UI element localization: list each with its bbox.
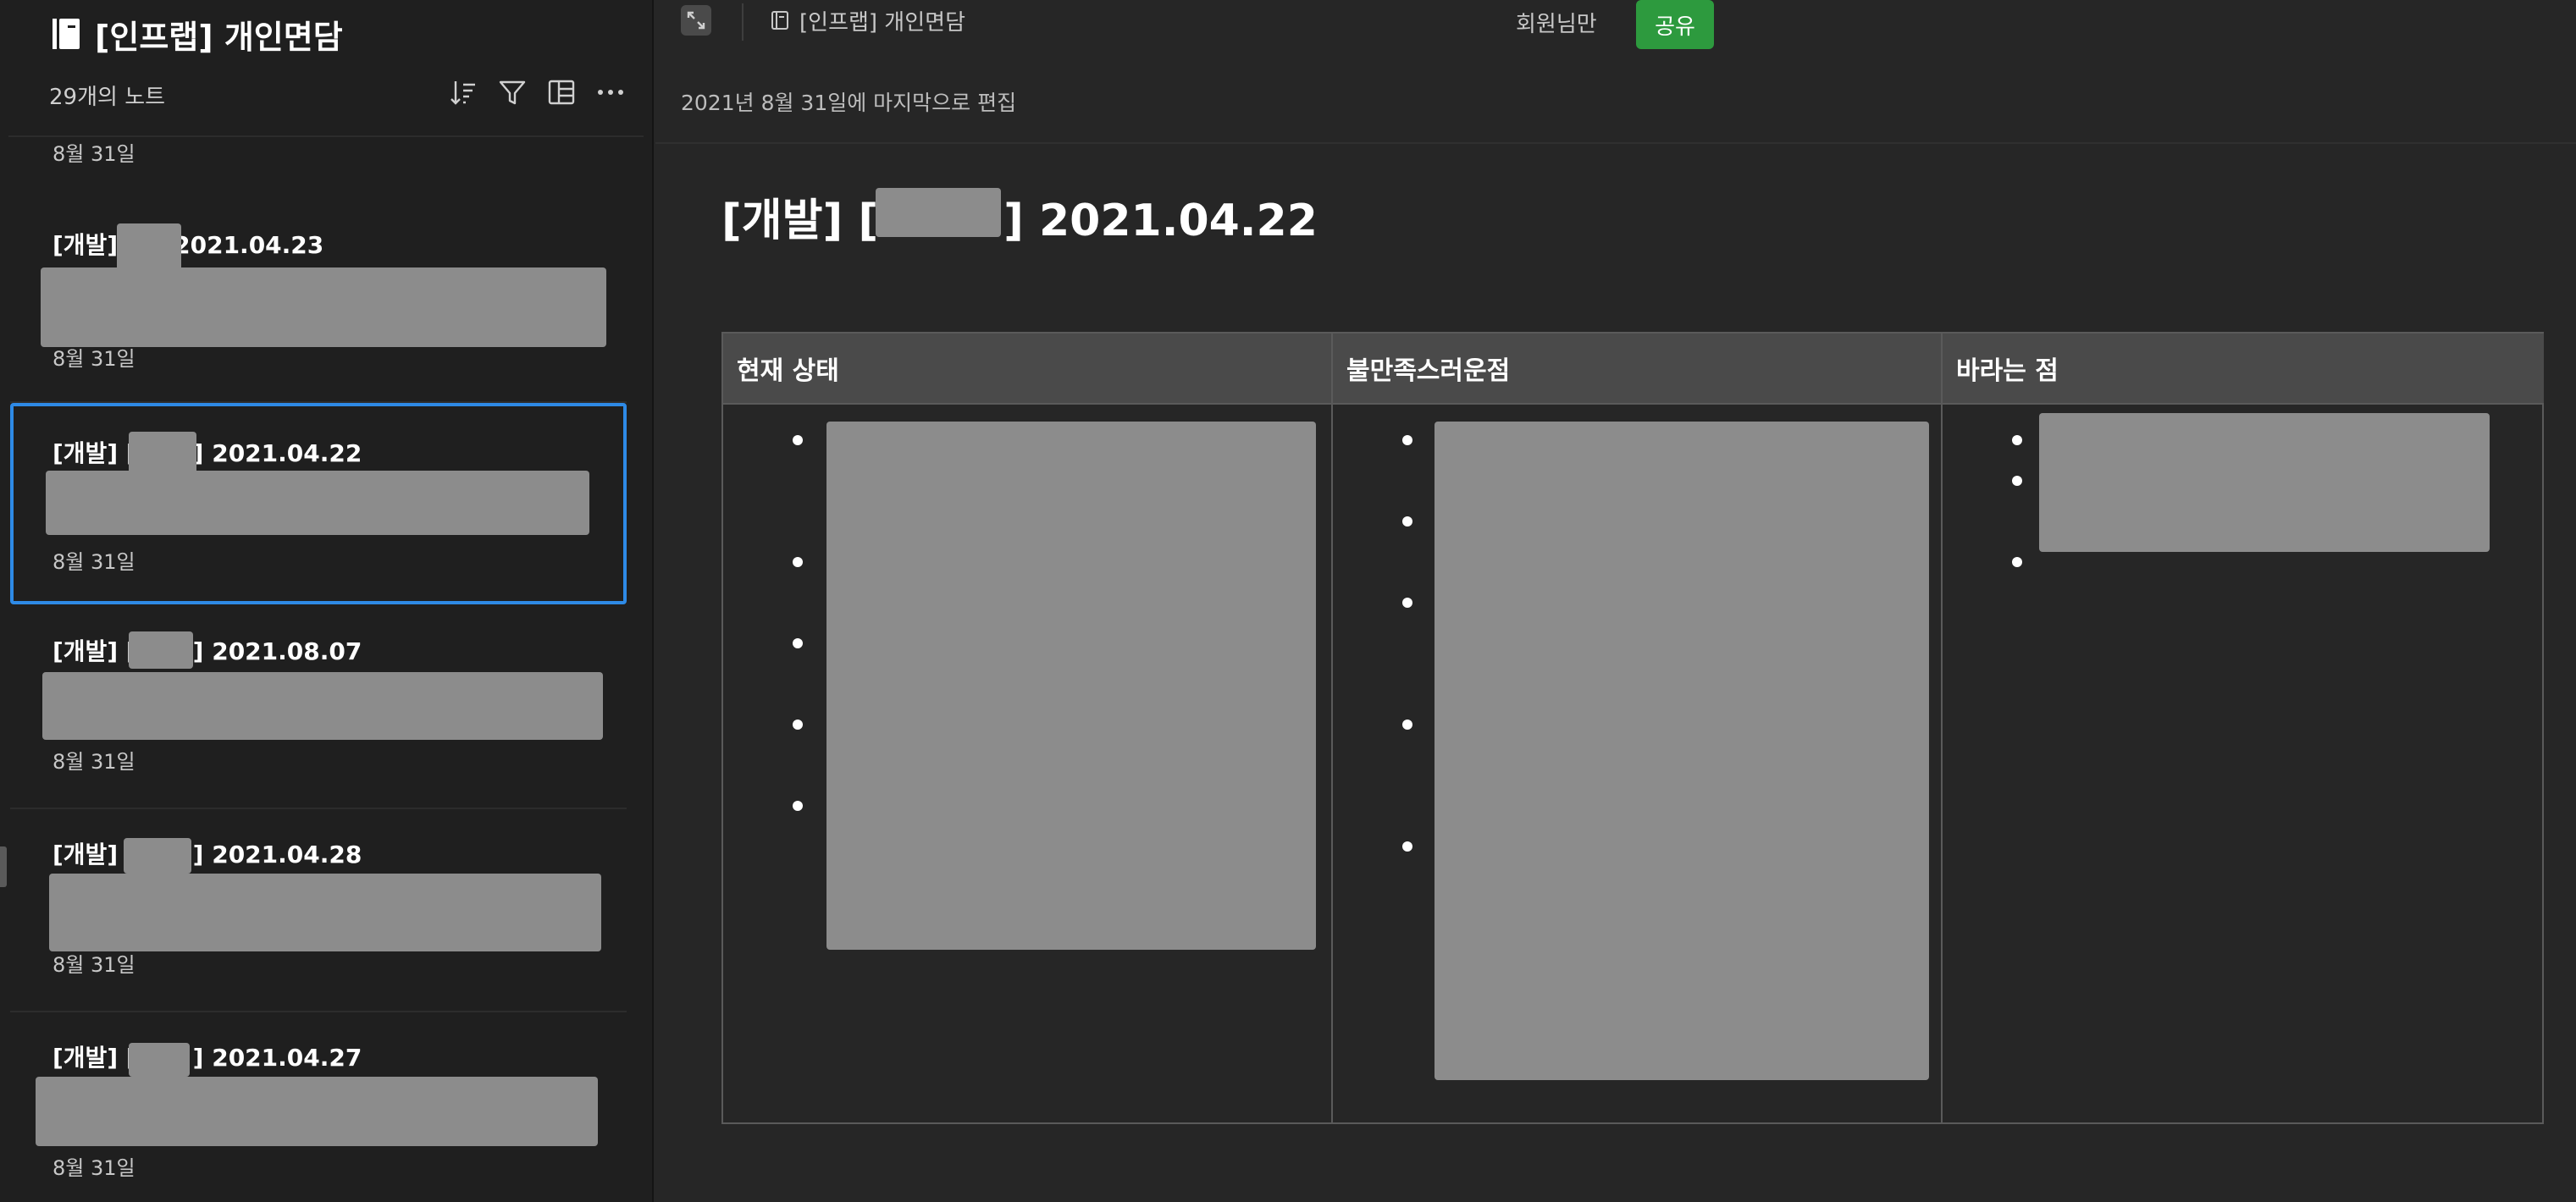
divider bbox=[655, 142, 2576, 144]
note-date: 8월 31일 bbox=[53, 347, 135, 371]
column-divider bbox=[1941, 334, 1943, 1124]
redacted-block bbox=[129, 631, 193, 669]
redacted-snippet bbox=[41, 267, 606, 347]
redacted-snippet bbox=[42, 672, 603, 740]
notebook-icon bbox=[53, 19, 80, 49]
redacted-block bbox=[117, 223, 181, 273]
last-edited-label: 2021년 8월 31일에 마지막으로 편집 bbox=[681, 91, 1017, 115]
list-bullet bbox=[1402, 516, 1412, 527]
note-title: [개발] [] 2021.04.27 bbox=[53, 1044, 362, 1072]
toolbar-divider bbox=[742, 3, 744, 41]
list-toolbar bbox=[447, 76, 627, 108]
note-title: [개발] 2021.04.23 bbox=[53, 231, 324, 259]
list-bullet bbox=[793, 720, 803, 730]
sort-icon bbox=[451, 81, 475, 105]
list-bullet bbox=[793, 801, 803, 811]
redacted-cell-content bbox=[826, 422, 1316, 950]
view-layout-button[interactable] bbox=[545, 76, 578, 108]
page-title[interactable]: [개발] [] 2021.04.22 bbox=[721, 185, 1318, 248]
notebook-header[interactable]: [인프랩] 개인면담 bbox=[53, 8, 343, 59]
note-list-item[interactable]: [개발] [] 2021.04.28 8월 31일 bbox=[10, 809, 627, 1012]
expand-icon bbox=[687, 11, 705, 30]
redacted-cell-content bbox=[2039, 413, 2490, 552]
note-date: 8월 31일 bbox=[53, 953, 135, 977]
notebook-icon bbox=[771, 11, 788, 30]
list-bullet bbox=[1402, 598, 1412, 608]
list-bullet bbox=[1402, 720, 1412, 730]
list-bullet bbox=[2012, 435, 2022, 445]
expand-button[interactable] bbox=[681, 5, 711, 36]
notebook-title: [인프랩] 개인면담 bbox=[95, 18, 343, 56]
note-list-item[interactable]: [개발] 2021.04.23 8월 31일 bbox=[10, 200, 627, 403]
more-options-button[interactable] bbox=[594, 76, 627, 108]
table-header: 불만족스러운점 bbox=[1333, 334, 1941, 403]
filter-button[interactable] bbox=[496, 76, 528, 108]
note-editor: [인프랩] 개인면담 회원님만 공유 2021년 8월 31일에 마지막으로 편… bbox=[655, 0, 2576, 1202]
note-list-item[interactable]: [개발] [] 2021.08.07 8월 31일 bbox=[10, 606, 627, 809]
note-count: 29개의 노트 bbox=[49, 85, 166, 110]
redacted-block bbox=[129, 432, 196, 476]
list-bullet bbox=[2012, 557, 2022, 567]
note-table[interactable]: 현재 상태 불만족스러운점 바라는 점 bbox=[721, 332, 2544, 1124]
list-bullet bbox=[1402, 841, 1412, 852]
redacted-cell-content bbox=[1434, 422, 1929, 1080]
column-divider bbox=[1331, 334, 1333, 1124]
list-bullet bbox=[793, 638, 803, 648]
note-title: [개발] [] 2021.08.07 bbox=[53, 637, 362, 665]
sidebar-resize-handle[interactable] bbox=[0, 846, 7, 887]
note-title: [개발] [] 2021.04.22 bbox=[53, 439, 362, 467]
members-button[interactable]: 회원님만 bbox=[1516, 7, 1597, 38]
breadcrumb[interactable]: [인프랩] 개인면담 bbox=[771, 5, 965, 36]
table-header-divider bbox=[723, 403, 2544, 405]
note-title: [개발] [] 2021.04.28 bbox=[53, 841, 362, 868]
list-bullet bbox=[793, 557, 803, 567]
view-layout-icon bbox=[548, 80, 575, 105]
share-button[interactable]: 공유 bbox=[1636, 0, 1714, 49]
redacted-snippet bbox=[46, 471, 589, 535]
table-header: 바라는 점 bbox=[1943, 334, 2544, 403]
table-header: 현재 상태 bbox=[723, 334, 1331, 403]
redacted-block bbox=[129, 1043, 190, 1077]
sort-button[interactable] bbox=[447, 76, 479, 108]
note-list-item-selected[interactable]: [개발] [] 2021.04.22 8월 31일 bbox=[10, 403, 627, 604]
redacted-snippet bbox=[49, 874, 601, 951]
list-bullet bbox=[1402, 435, 1412, 445]
list-bullet bbox=[2012, 476, 2022, 486]
note-list-sidebar: [인프랩] 개인면담 29개의 노트 8월 31일 [개발] 2021.04.2… bbox=[0, 0, 654, 1202]
redacted-snippet bbox=[36, 1077, 598, 1146]
note-date: 8월 31일 bbox=[53, 142, 135, 166]
breadcrumb-notebook: [인프랩] 개인면담 bbox=[799, 9, 965, 36]
redacted-block bbox=[876, 188, 1001, 237]
more-icon bbox=[598, 90, 623, 95]
list-bullet bbox=[793, 435, 803, 445]
filter-icon bbox=[499, 80, 526, 105]
note-date: 8월 31일 bbox=[53, 1156, 135, 1180]
note-list-item[interactable]: [개발] [] 2021.04.27 8월 31일 bbox=[10, 1012, 627, 1202]
note-date: 8월 31일 bbox=[53, 750, 135, 774]
redacted-block bbox=[124, 838, 191, 874]
note-date: 8월 31일 bbox=[53, 550, 135, 574]
